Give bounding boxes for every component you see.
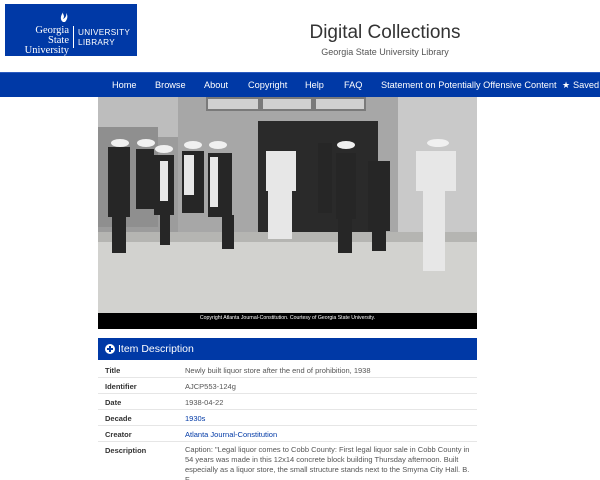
- nav-faq[interactable]: FAQ: [344, 73, 362, 98]
- metadata-value: Newly built liquor store after the end o…: [185, 366, 371, 375]
- gsu-library-logo[interactable]: Georgia State University UNIVERSITY LIBR…: [5, 4, 137, 56]
- nav-copyright[interactable]: Copyright: [248, 73, 287, 98]
- nav-saved[interactable]: Saved I: [573, 73, 600, 98]
- nav-browse[interactable]: Browse: [155, 73, 186, 98]
- metadata-label: Date: [105, 398, 122, 407]
- item-description-header[interactable]: Item Description: [98, 338, 477, 360]
- metadata-row-description: Description Caption: "Legal liquor comes…: [98, 442, 477, 480]
- item-description-title: Item Description: [118, 343, 194, 355]
- logo-library-text: UNIVERSITY LIBRARY: [78, 28, 131, 47]
- site-subtitle: Georgia State University Library: [321, 47, 449, 57]
- nav-help[interactable]: Help: [305, 73, 324, 98]
- star-icon: ★: [562, 80, 571, 90]
- metadata-row-decade: Decade 1930s: [98, 410, 477, 426]
- decade-link[interactable]: 1930s: [185, 414, 205, 423]
- photo-illustration: [98, 97, 477, 329]
- nav-home[interactable]: Home: [112, 73, 137, 98]
- photo-caption: Copyright Atlanta Journal-Constitution. …: [98, 313, 477, 329]
- metadata-value: AJCP553-124g: [185, 382, 236, 391]
- nav-statement[interactable]: Statement on Potentially Offensive Conte…: [381, 73, 557, 98]
- metadata-label: Title: [105, 366, 121, 375]
- metadata-label: Creator: [105, 430, 132, 439]
- item-photo[interactable]: [98, 97, 477, 329]
- nav-about[interactable]: About: [204, 73, 228, 98]
- metadata-row-identifier: Identifier AJCP553-124g: [98, 378, 477, 394]
- metadata-row-date: Date 1938-04-22: [98, 394, 477, 410]
- plus-circle-icon: [105, 344, 115, 354]
- main-nav: Home Browse About Copyright Help FAQ Sta…: [0, 72, 600, 97]
- site-title: Digital Collections: [309, 22, 461, 43]
- creator-link[interactable]: Atlanta Journal-Constitution: [185, 430, 277, 439]
- metadata-table: Title Newly built liquor store after the…: [98, 362, 477, 480]
- metadata-row-title: Title Newly built liquor store after the…: [98, 362, 477, 378]
- metadata-label: Decade: [105, 414, 132, 423]
- metadata-label: Identifier: [105, 382, 137, 391]
- flame-icon: [60, 11, 68, 22]
- metadata-label: Description: [105, 446, 147, 455]
- metadata-value: Caption: "Legal liquor comes to Cobb Cou…: [185, 445, 470, 480]
- metadata-row-creator: Creator Atlanta Journal-Constitution: [98, 426, 477, 442]
- site-header: Georgia State University UNIVERSITY LIBR…: [0, 0, 600, 72]
- logo-divider: [73, 26, 74, 48]
- logo-university-name: Georgia State University: [24, 25, 69, 56]
- metadata-value: 1938-04-22: [185, 398, 224, 407]
